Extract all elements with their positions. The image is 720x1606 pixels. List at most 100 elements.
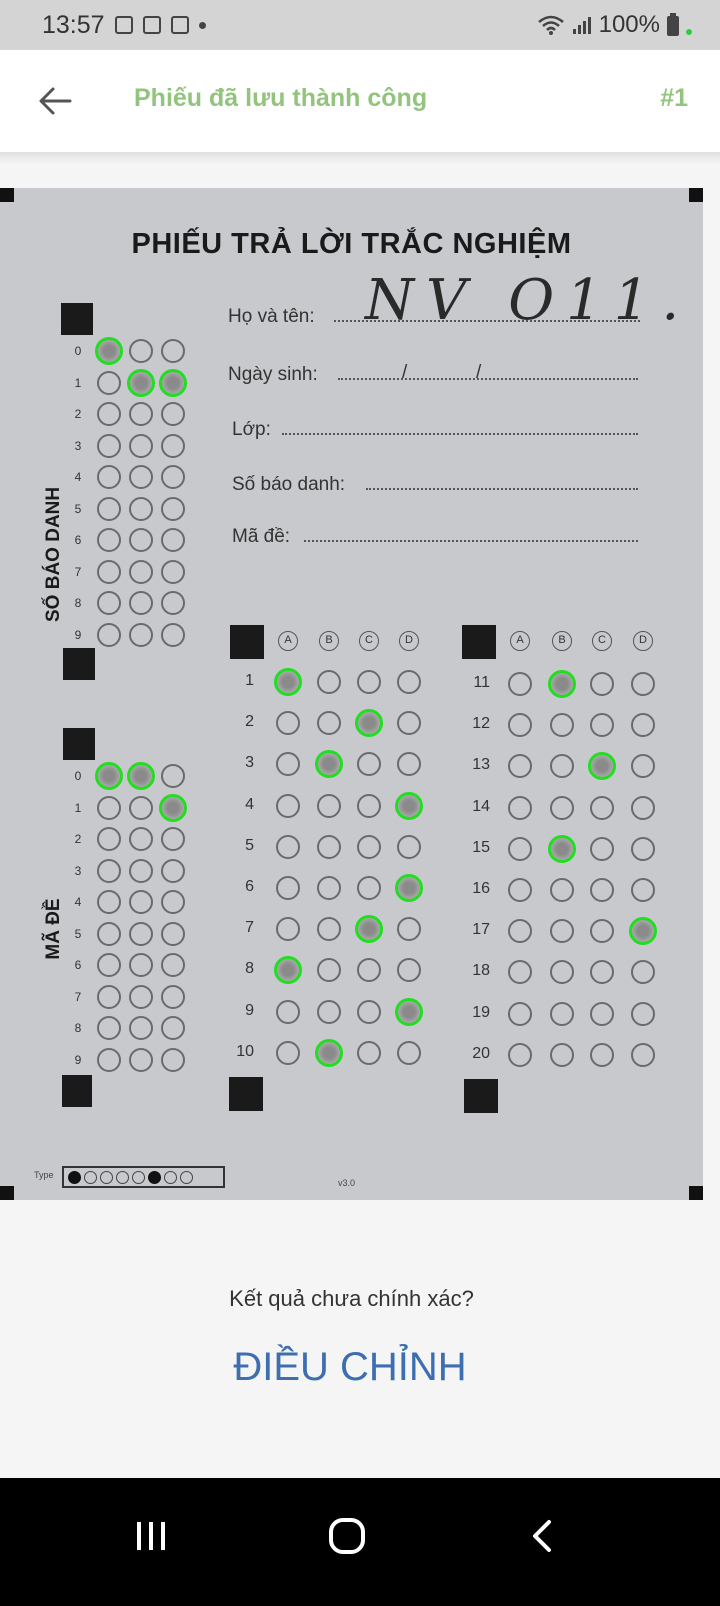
answer-bubble xyxy=(397,752,421,777)
sheet-corner-mark xyxy=(0,188,14,202)
digit-bubble xyxy=(161,622,185,647)
digit-label: 2 xyxy=(74,407,82,421)
status-time: 13:57 xyxy=(42,10,105,39)
recent-apps-button[interactable] xyxy=(116,1506,186,1566)
digit-bubble xyxy=(97,921,121,946)
alignment-marker xyxy=(62,1075,92,1107)
answer-bubble xyxy=(274,956,302,985)
digit-bubble xyxy=(161,591,185,615)
answer-bubble xyxy=(629,917,657,946)
answer-bubble xyxy=(631,1001,655,1026)
digit-bubble xyxy=(129,1016,153,1040)
answer-bubble xyxy=(276,999,300,1024)
alignment-marker xyxy=(63,648,95,680)
digit-bubble xyxy=(127,762,155,790)
back-button[interactable] xyxy=(30,76,80,126)
alignment-marker xyxy=(229,1077,263,1111)
answer-bubble xyxy=(317,999,341,1024)
digit-bubble xyxy=(161,559,185,584)
answer-bubble xyxy=(631,672,655,696)
digit-bubble xyxy=(97,622,121,647)
answer-bubble xyxy=(550,713,574,738)
scanned-answer-sheet: PHIẾU TRẢ LỜI TRẮC NGHIỆM NV O11. Họ và … xyxy=(0,188,703,1200)
answer-bubble xyxy=(357,793,381,818)
dob-separator: / xyxy=(402,362,408,383)
question-number: 9 xyxy=(245,1001,254,1019)
digit-label: 0 xyxy=(74,769,82,783)
digit-bubble xyxy=(97,591,121,615)
answer-bubble xyxy=(355,709,383,738)
answer-bubble xyxy=(357,670,381,694)
digit-label: 5 xyxy=(74,926,82,941)
digit-bubble xyxy=(161,1047,185,1072)
field-label-dob: Ngày sinh: xyxy=(228,364,318,385)
digit-bubble xyxy=(129,528,153,552)
digit-bubble xyxy=(97,984,121,1009)
digit-label: 8 xyxy=(74,1021,82,1035)
digit-bubble xyxy=(95,337,123,365)
option-header: D xyxy=(399,631,419,651)
answer-bubble xyxy=(397,958,421,983)
digit-bubble xyxy=(97,858,121,883)
gallery-notification-icon xyxy=(114,16,133,34)
adjust-button[interactable]: ĐIỀU CHỈNH xyxy=(200,1345,500,1411)
answer-bubble xyxy=(276,876,300,900)
sheet-number: #1 xyxy=(660,84,688,112)
digit-bubble xyxy=(161,528,185,552)
question-number: 12 xyxy=(472,715,490,733)
sheet-title: PHIẾU TRẢ LỜI TRẮC NGHIỆM xyxy=(131,228,572,260)
answer-bubble xyxy=(276,752,300,777)
digit-label: 5 xyxy=(74,501,82,516)
answer-bubble xyxy=(508,878,532,902)
question-number: 20 xyxy=(472,1044,490,1062)
wifi-icon xyxy=(537,15,564,35)
answer-bubble xyxy=(590,713,614,738)
digit-label: 2 xyxy=(74,832,82,846)
alignment-marker xyxy=(462,625,496,659)
status-right: 100% xyxy=(537,11,692,39)
digit-bubble xyxy=(161,496,185,521)
option-header: C xyxy=(592,631,612,651)
battery-percent: 100% xyxy=(598,11,660,38)
more-notifications-icon xyxy=(198,21,206,29)
answer-bubble xyxy=(508,1042,532,1067)
field-label-exam-code: Mã đề: xyxy=(232,526,291,547)
digit-label: 4 xyxy=(74,895,82,909)
digit-label: 3 xyxy=(74,438,82,453)
answer-bubble xyxy=(315,750,343,779)
answer-bubble xyxy=(590,960,614,985)
strip-dot xyxy=(132,1170,145,1184)
option-header: C xyxy=(359,631,379,651)
home-button[interactable] xyxy=(312,1506,382,1566)
digit-bubble xyxy=(97,795,121,820)
digit-bubble xyxy=(129,1047,153,1072)
answer-bubble xyxy=(276,793,300,818)
system-back-button[interactable] xyxy=(508,1506,578,1566)
digit-bubble xyxy=(97,890,121,914)
digit-label: 6 xyxy=(74,533,82,547)
answer-bubble xyxy=(631,754,655,779)
digit-bubble xyxy=(159,793,187,822)
dob-separator: / xyxy=(476,362,482,383)
alignment-marker xyxy=(230,625,264,659)
answer-bubble xyxy=(315,1038,343,1067)
answer-bubble xyxy=(357,834,381,859)
charging-dot-icon xyxy=(686,29,692,35)
question-number: 8 xyxy=(245,960,254,978)
digit-bubble xyxy=(97,496,121,521)
strip-dot xyxy=(180,1170,193,1184)
result-question: Kết quả chưa chính xác? xyxy=(229,1286,474,1311)
answer-bubble xyxy=(590,1042,614,1067)
question-number: 7 xyxy=(245,919,254,937)
battery-icon xyxy=(667,13,679,36)
digit-bubble xyxy=(129,339,153,363)
answer-bubble xyxy=(357,876,381,900)
digit-bubble xyxy=(97,370,121,395)
answer-bubble xyxy=(631,713,655,738)
answer-bubble xyxy=(508,672,532,696)
question-number: 5 xyxy=(245,836,254,854)
digit-label: 1 xyxy=(74,375,82,390)
option-header: B xyxy=(319,631,339,651)
question-number: 6 xyxy=(245,878,254,895)
field-line-id xyxy=(366,488,638,490)
